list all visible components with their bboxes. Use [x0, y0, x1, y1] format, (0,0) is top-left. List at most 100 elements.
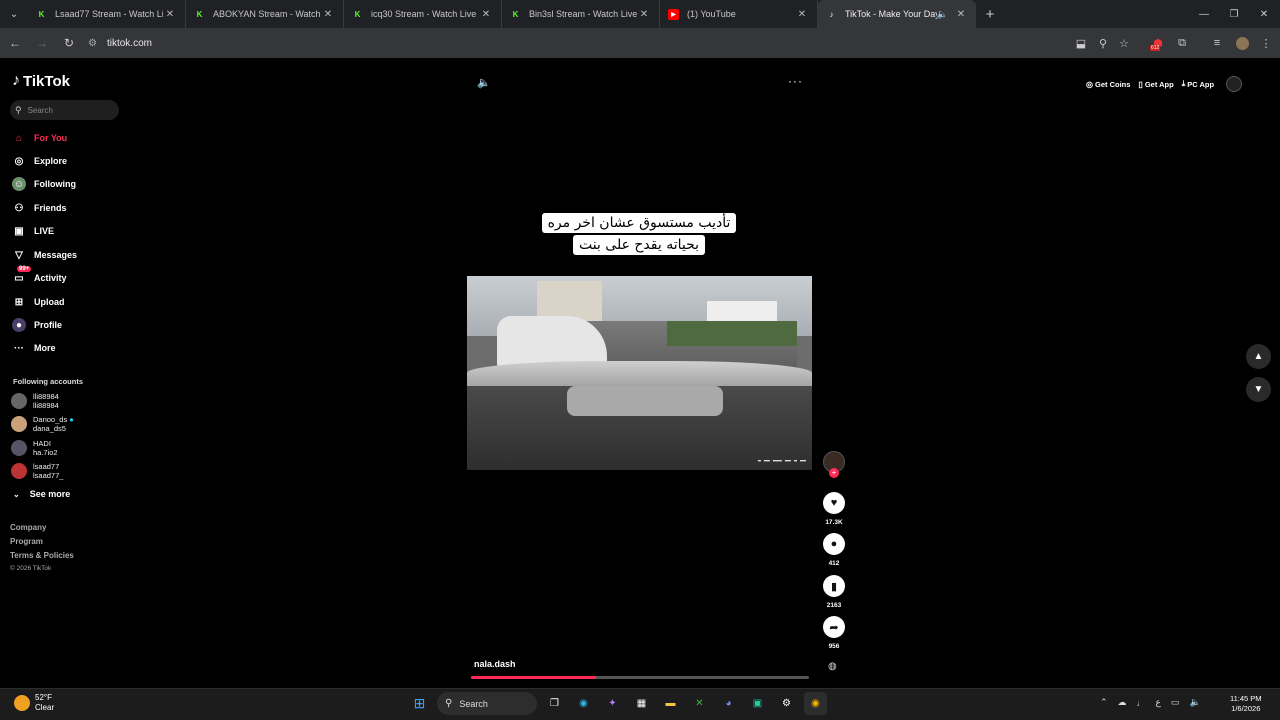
- xbox-icon[interactable]: ✕: [688, 692, 711, 715]
- tiktok-icon: ♪: [829, 9, 834, 19]
- close-tab-icon[interactable]: ✕: [954, 9, 968, 20]
- reading-list-icon[interactable]: ≡: [1207, 33, 1227, 53]
- task-view-icon[interactable]: ❐: [543, 692, 566, 715]
- save-button[interactable]: ▮ 2163: [820, 575, 848, 609]
- url-text: tiktok.com: [106, 37, 152, 49]
- extensions-puzzle-icon[interactable]: ⧉: [1172, 33, 1192, 53]
- forward-button[interactable]: →: [30, 31, 54, 55]
- music-disc-icon[interactable]: ◍: [828, 661, 840, 675]
- profile-icon: ●: [12, 318, 26, 332]
- nav-for-you[interactable]: ⌂ For You: [12, 130, 67, 146]
- minimize-button[interactable]: —: [1188, 0, 1220, 28]
- close-tab-icon[interactable]: ✕: [163, 9, 177, 20]
- app-icon[interactable]: ⚙: [775, 692, 798, 715]
- more-options-icon[interactable]: ···: [788, 74, 803, 88]
- discord-icon[interactable]: ◕: [717, 692, 740, 715]
- nav-friends[interactable]: ⚇ Friends: [12, 200, 67, 216]
- taskbar-search[interactable]: ⚲ Search: [437, 692, 537, 715]
- chrome-icon[interactable]: ◉: [804, 692, 827, 715]
- browser-tab-active[interactable]: ♪ TikTok - Make Your Day 🔈 ✕: [818, 0, 976, 28]
- video-progress-fill: [471, 676, 597, 679]
- video-caption: تأديب مستسوق عشان اخر مره بحياته يقدح عل…: [534, 212, 744, 256]
- clock[interactable]: 11:45 PM 1/6/2026: [1230, 694, 1262, 714]
- language-indicator[interactable]: ع: [1156, 697, 1161, 708]
- reload-button[interactable]: ↻: [57, 31, 81, 55]
- extension-icon[interactable]: ⬢ 612: [1148, 33, 1168, 53]
- nav-messages[interactable]: ▽ Messages: [12, 247, 77, 263]
- nav-upload[interactable]: ⊞ Upload: [12, 294, 65, 310]
- see-more-button[interactable]: ⌄ See more: [13, 489, 70, 499]
- following-account[interactable]: Danoo_ds ● dana_ds5: [11, 415, 74, 433]
- microphone-icon[interactable]: ♩: [1137, 698, 1146, 708]
- kick-icon: K: [512, 9, 519, 19]
- get-app-button[interactable]: ▯ Get App: [1138, 80, 1173, 89]
- tab-search-icon[interactable]: ⌄: [0, 0, 28, 28]
- site-info-icon[interactable]: ⚙: [88, 38, 97, 49]
- follow-plus-button[interactable]: +: [829, 468, 839, 478]
- app-icon[interactable]: ▣: [746, 692, 769, 715]
- address-bar[interactable]: ⚙ tiktok.com: [80, 31, 1140, 55]
- nav-live[interactable]: ▣ LIVE: [12, 223, 54, 239]
- coin-icon: ◎: [1086, 79, 1093, 89]
- profile-avatar[interactable]: [1232, 33, 1252, 53]
- tiktok-logo[interactable]: ♪ TikTok: [12, 72, 70, 90]
- footer-link-terms[interactable]: Terms & Policies: [10, 551, 74, 560]
- kick-icon: K: [354, 9, 361, 19]
- file-explorer-icon[interactable]: ▬: [659, 692, 682, 715]
- kick-icon: K: [38, 9, 45, 19]
- browser-tab[interactable]: K Bin3sl Stream - Watch Live on K ✕: [502, 0, 660, 28]
- footer-link-company[interactable]: Company: [10, 523, 46, 532]
- tab-audio-icon[interactable]: 🔈: [937, 9, 948, 20]
- weather-widget[interactable]: 52°F Clear: [14, 693, 54, 713]
- nav-explore[interactable]: ◎ Explore: [12, 153, 67, 169]
- bookmark-star-icon[interactable]: ☆: [1114, 33, 1134, 53]
- avatar: [11, 440, 27, 456]
- pc-app-button[interactable]: ⤓ PC App: [1182, 79, 1214, 89]
- back-button[interactable]: ←: [3, 31, 27, 55]
- video-author-username[interactable]: nala.dash: [474, 659, 516, 669]
- store-icon[interactable]: ▦: [630, 692, 653, 715]
- close-tab-icon[interactable]: ✕: [637, 9, 651, 20]
- close-tab-icon[interactable]: ✕: [479, 9, 493, 20]
- following-account[interactable]: lsaad77 lsaad77_: [11, 462, 63, 480]
- home-icon: ⌂: [15, 132, 23, 144]
- browser-tab[interactable]: ▶ (1) YouTube ✕: [660, 0, 818, 28]
- nav-activity[interactable]: ▭ 99+ Activity: [12, 266, 67, 286]
- browser-tab[interactable]: K icq30 Stream - Watch Live on K ✕: [344, 0, 502, 28]
- edge-icon[interactable]: ◉: [572, 692, 595, 715]
- volume-icon[interactable]: 🔈: [477, 76, 491, 89]
- comment-button[interactable]: ● 412: [820, 533, 848, 567]
- maximize-button[interactable]: ❐: [1218, 0, 1250, 28]
- like-button[interactable]: ♥ 17.3K: [820, 492, 848, 526]
- chevron-up-icon[interactable]: ⌃: [1100, 697, 1108, 708]
- network-icon[interactable]: ▭: [1171, 697, 1180, 708]
- cloud-icon[interactable]: ☁: [1118, 697, 1127, 708]
- following-account[interactable]: HADI ha.7io2: [11, 439, 58, 457]
- next-video-button[interactable]: ▼: [1246, 377, 1271, 402]
- speaker-icon[interactable]: 🔈: [1189, 697, 1200, 708]
- nav-profile[interactable]: ● Profile: [12, 317, 62, 333]
- install-app-icon[interactable]: ⬓: [1071, 33, 1091, 53]
- nav-more[interactable]: ··· More: [12, 340, 56, 356]
- share-button[interactable]: ➦ 956: [820, 616, 848, 650]
- windows-start-icon[interactable]: ⊞: [408, 692, 431, 715]
- browser-menu-icon[interactable]: ⋮: [1256, 33, 1276, 53]
- video-player[interactable]: ▬ ▬▬ ▬▬▬ ▬▬ ▬ ▬▬: [467, 276, 812, 470]
- nav-following[interactable]: ☺ Following: [12, 176, 76, 192]
- close-tab-icon[interactable]: ✕: [795, 9, 809, 20]
- search-input[interactable]: ⚲ Search: [10, 100, 119, 120]
- browser-tab[interactable]: K Lsaad77 Stream - Watch Live o ✕: [28, 0, 186, 28]
- new-tab-button[interactable]: +: [976, 6, 1004, 23]
- footer-link-program[interactable]: Program: [10, 537, 43, 546]
- get-coins-button[interactable]: ◎ Get Coins: [1086, 80, 1130, 89]
- close-window-button[interactable]: ✕: [1248, 0, 1280, 28]
- copilot-icon[interactable]: ✦: [601, 692, 624, 715]
- zoom-icon[interactable]: ⚲: [1093, 33, 1113, 53]
- following-account[interactable]: lli88984 lli88984: [11, 392, 59, 410]
- activity-badge: 99+: [17, 266, 32, 272]
- user-avatar[interactable]: [1226, 76, 1243, 92]
- close-tab-icon[interactable]: ✕: [321, 9, 335, 20]
- previous-video-button[interactable]: ▲: [1246, 344, 1271, 369]
- browser-tab[interactable]: K ABOKYAN Stream - Watch Live ✕: [186, 0, 344, 28]
- video-progress-bar[interactable]: [471, 676, 809, 679]
